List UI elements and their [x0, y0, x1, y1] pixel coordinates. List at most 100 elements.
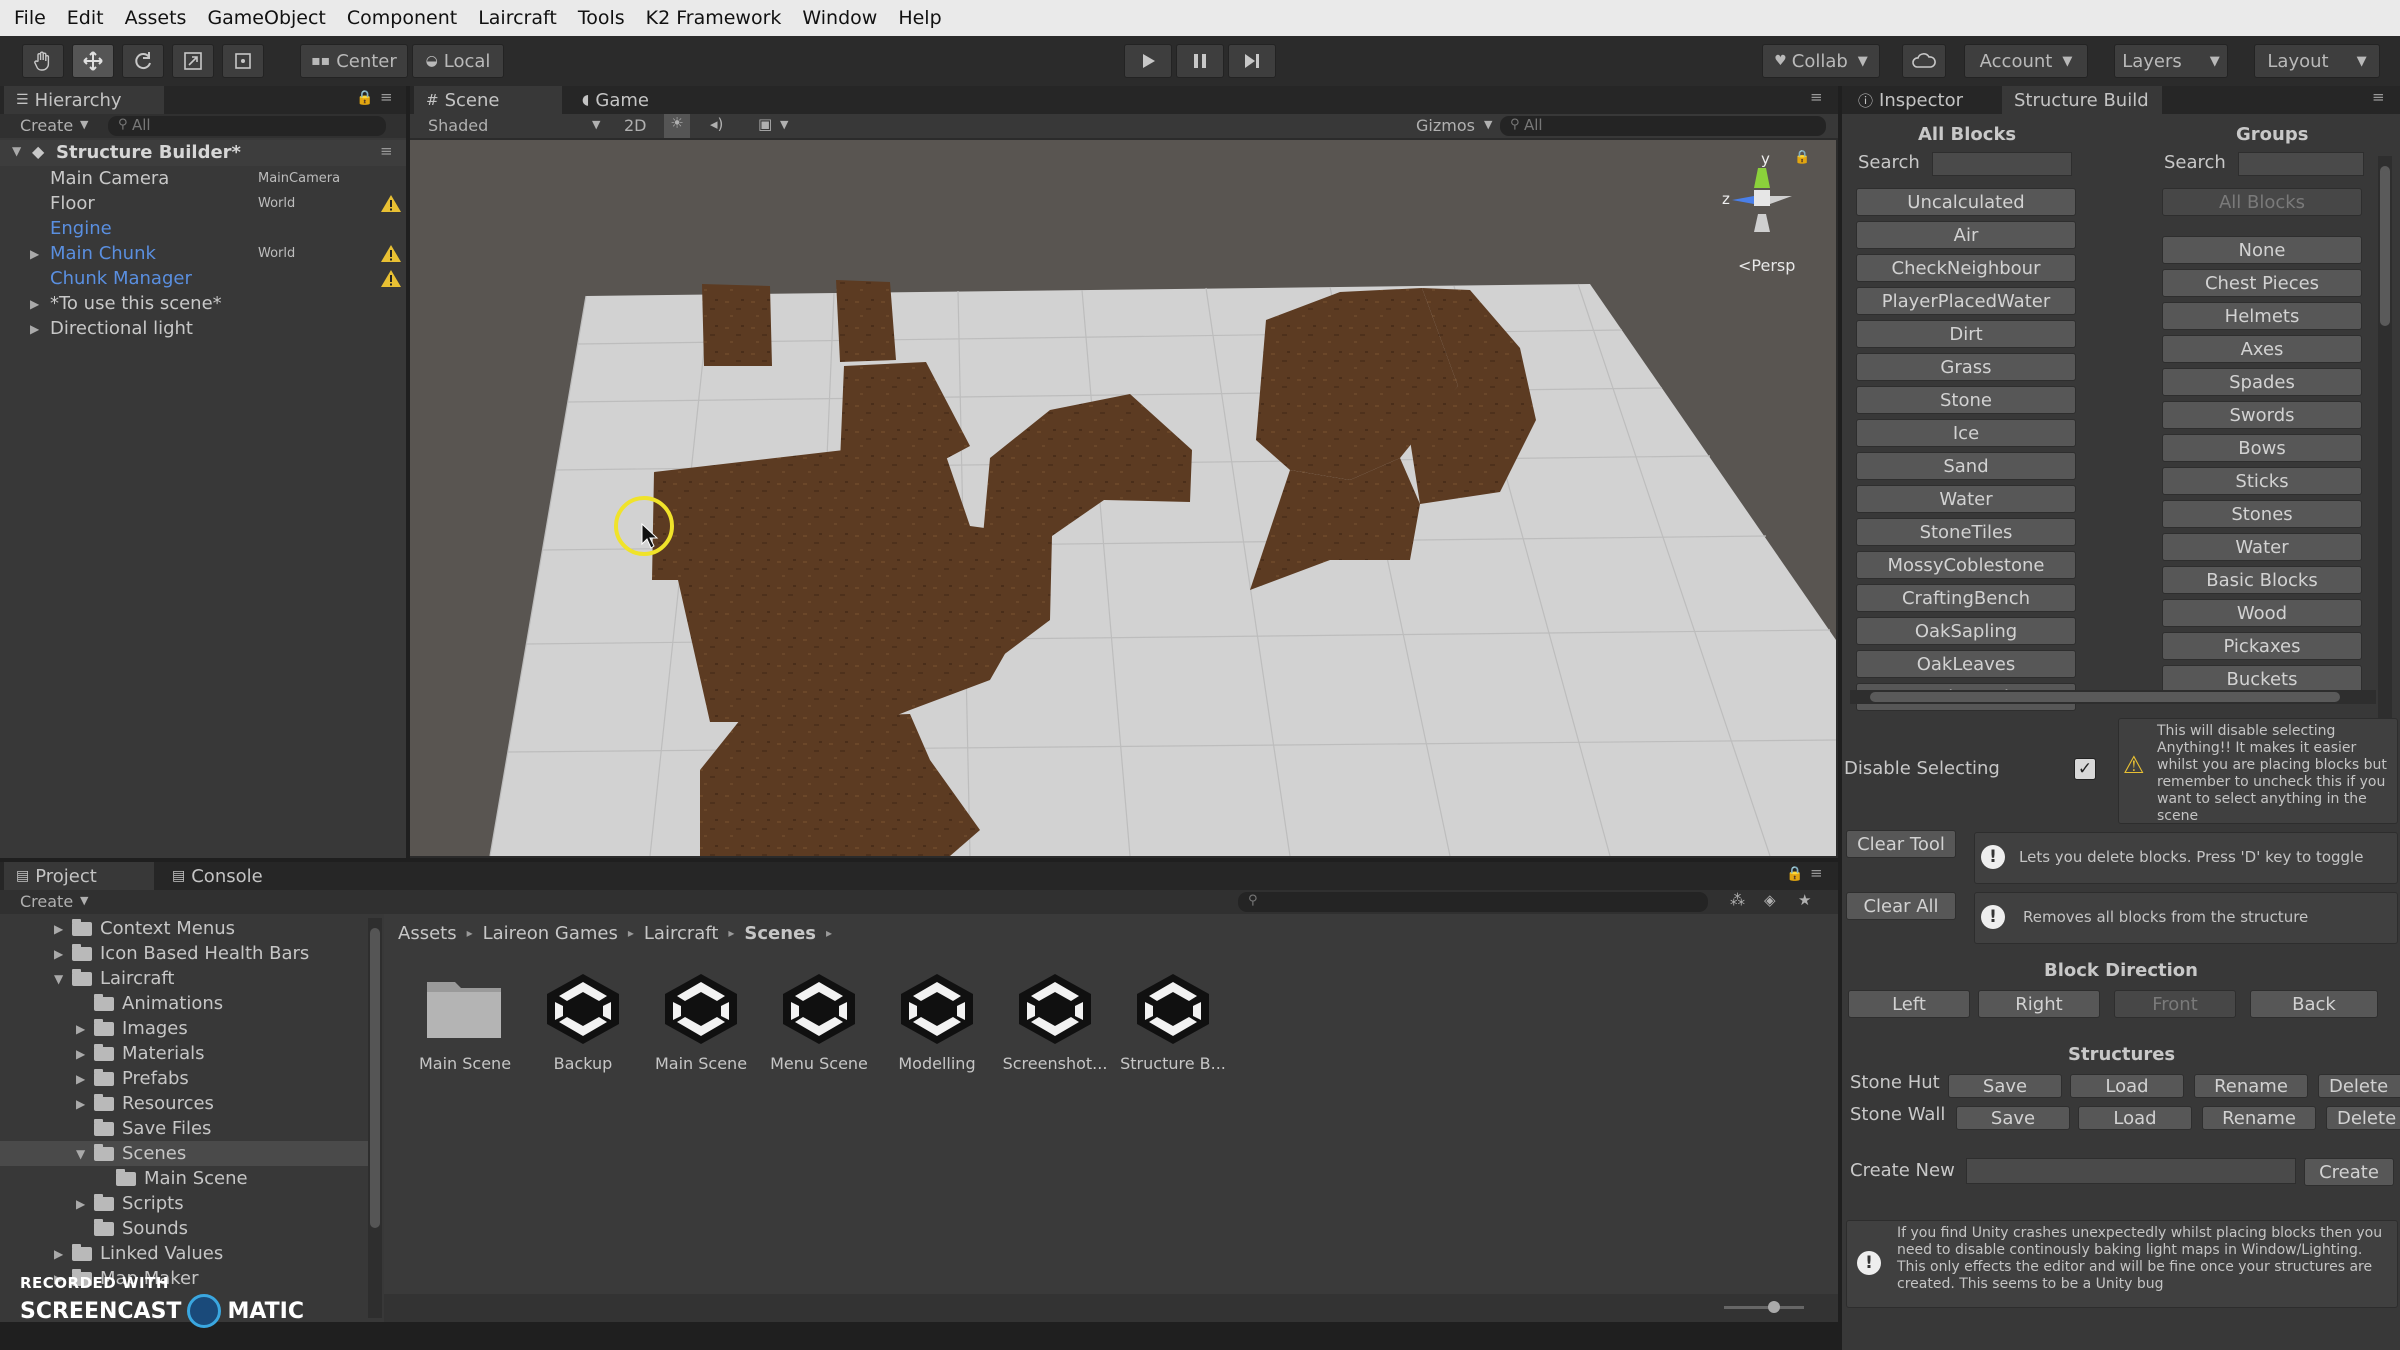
menu-item-help[interactable]: Help: [898, 7, 941, 29]
structure-save-button[interactable]: Save: [1948, 1074, 2062, 1098]
folder-tree-item[interactable]: Main Scene: [0, 1166, 372, 1191]
block-button[interactable]: OakSapling: [1856, 617, 2076, 645]
structure-load-button[interactable]: Load: [2078, 1106, 2192, 1130]
block-button[interactable]: Air: [1856, 221, 2076, 249]
asset-item[interactable]: Main Scene: [646, 968, 756, 1073]
layout-dropdown[interactable]: Layout ▼: [2254, 44, 2380, 78]
panel-menu-icon[interactable]: ≡: [2372, 88, 2385, 106]
groups-all-blocks-button[interactable]: All Blocks: [2162, 188, 2362, 216]
block-button[interactable]: Ice: [1856, 419, 2076, 447]
lighting-toggle-icon[interactable]: ☀: [664, 114, 690, 138]
expand-arrow-icon[interactable]: ▶: [76, 1072, 85, 1086]
direction-right-button[interactable]: Right: [1978, 990, 2100, 1018]
block-button[interactable]: OakLeaves: [1856, 650, 2076, 678]
menu-item-edit[interactable]: Edit: [67, 7, 104, 29]
folder-tree-item[interactable]: Save Files: [0, 1116, 372, 1141]
hierarchy-item[interactable]: Chunk Manager: [0, 266, 404, 291]
scene-viewport[interactable]: y z 🔒 <Persp: [410, 140, 1836, 856]
menu-item-gameobject[interactable]: GameObject: [207, 7, 325, 29]
group-button[interactable]: Basic Blocks: [2162, 566, 2362, 594]
structure-load-button[interactable]: Load: [2070, 1074, 2184, 1098]
rect-tool-button[interactable]: [222, 44, 264, 78]
folder-tree-item[interactable]: ▶ Prefabs: [0, 1066, 372, 1091]
group-button[interactable]: Swords: [2162, 401, 2362, 429]
folder-tree-item[interactable]: ▶ Linked Values: [0, 1241, 372, 1266]
scrollbar-thumb[interactable]: [2380, 166, 2390, 326]
shading-mode-dropdown[interactable]: Shaded: [428, 116, 488, 135]
expand-arrow-icon[interactable]: ▶: [76, 1047, 85, 1061]
scale-tool-button[interactable]: [172, 44, 214, 78]
create-new-input[interactable]: [1966, 1158, 2296, 1184]
hscrollbar-thumb[interactable]: [1870, 692, 2340, 702]
hierarchy-item[interactable]: Main Camera MainCamera: [0, 166, 404, 191]
block-button[interactable]: Water: [1856, 485, 2076, 513]
panel-menu-icon[interactable]: ≡: [380, 88, 393, 106]
expand-arrow-icon[interactable]: ▶: [76, 1022, 85, 1036]
expand-arrow-icon[interactable]: ▶: [54, 922, 63, 936]
block-button[interactable]: Stone: [1856, 386, 2076, 414]
filter-by-label-icon[interactable]: ◈: [1764, 891, 1776, 909]
group-button[interactable]: Helmets: [2162, 302, 2362, 330]
groups-scrollbar[interactable]: [2378, 156, 2392, 756]
block-button[interactable]: MossyCoblestone: [1856, 551, 2076, 579]
hierarchy-item[interactable]: ▶ *To use this scene*: [0, 291, 404, 316]
lock-icon[interactable]: 🔒: [356, 90, 373, 106]
menu-item-component[interactable]: Component: [347, 7, 457, 29]
blocks-search-input[interactable]: [1932, 152, 2072, 176]
group-button[interactable]: Axes: [2162, 335, 2362, 363]
menu-item-window[interactable]: Window: [802, 7, 877, 29]
gizmos-dropdown[interactable]: Gizmos: [1416, 116, 1475, 135]
hierarchy-item[interactable]: Engine: [0, 216, 404, 241]
zoom-slider[interactable]: [1724, 1301, 1804, 1313]
group-button[interactable]: Sticks: [2162, 467, 2362, 495]
lock-icon[interactable]: 🔒: [1786, 866, 1803, 882]
tab-scene[interactable]: # Scene: [414, 86, 562, 114]
expand-arrow-icon[interactable]: ▶: [30, 247, 39, 261]
menu-item-laircraft[interactable]: Laircraft: [478, 7, 557, 29]
create-dropdown[interactable]: Create: [20, 892, 73, 911]
direction-back-button[interactable]: Back: [2250, 990, 2378, 1018]
folder-tree-item[interactable]: ▶ Scripts: [0, 1191, 372, 1216]
asset-item[interactable]: Structure B...: [1118, 968, 1228, 1073]
group-button[interactable]: Water: [2162, 533, 2362, 561]
disable-selecting-checkbox[interactable]: ✓: [2074, 758, 2096, 780]
filter-by-type-icon[interactable]: ⁂: [1730, 891, 1745, 909]
structure-delete-button[interactable]: Delete: [2326, 1106, 2400, 1130]
2d-toggle[interactable]: 2D: [624, 116, 647, 135]
block-button[interactable]: Uncalculated: [1856, 188, 2076, 216]
block-button[interactable]: PlayerPlacedWater: [1856, 287, 2076, 315]
folder-tree-item[interactable]: ▼ Scenes: [0, 1141, 372, 1166]
rotate-tool-button[interactable]: [122, 44, 164, 78]
folder-tree-item[interactable]: ▶ Icon Based Health Bars: [0, 941, 372, 966]
folder-tree-item[interactable]: ▼ Laircraft: [0, 966, 372, 991]
direction-left-button[interactable]: Left: [1848, 990, 1970, 1018]
asset-item[interactable]: Modelling: [882, 968, 992, 1073]
expand-arrow-icon[interactable]: ▶: [76, 1097, 85, 1111]
asset-item[interactable]: Backup: [528, 968, 638, 1073]
create-button[interactable]: Create: [2304, 1158, 2394, 1186]
account-dropdown[interactable]: Account ▼: [1964, 44, 2088, 78]
tab-inspector[interactable]: ⓘ Inspector: [1846, 86, 1994, 114]
project-search-input[interactable]: ⚲: [1238, 892, 1708, 912]
hierarchy-search-input[interactable]: ⚲ All: [108, 116, 386, 136]
block-button[interactable]: Sand: [1856, 452, 2076, 480]
tab-structure-build[interactable]: Structure Build: [2002, 86, 2162, 114]
hierarchy-item[interactable]: ▶ Directional light: [0, 316, 404, 341]
tab-console[interactable]: ▤ Console: [160, 862, 310, 890]
folder-tree-item[interactable]: ▶ Resources: [0, 1091, 372, 1116]
scene-menu-icon[interactable]: ≡: [380, 142, 393, 160]
panel-menu-icon[interactable]: ≡: [1810, 864, 1823, 882]
hierarchy-item[interactable]: Floor World: [0, 191, 404, 216]
expand-arrow-icon[interactable]: ▼: [76, 1147, 85, 1161]
cloud-button[interactable]: [1902, 44, 1946, 78]
group-button[interactable]: Bows: [2162, 434, 2362, 462]
groups-search-input[interactable]: [2238, 152, 2364, 176]
perspective-label[interactable]: <Persp: [1738, 256, 1795, 275]
effects-toggle-icon[interactable]: ▣: [758, 115, 772, 133]
group-button[interactable]: Chest Pieces: [2162, 269, 2362, 297]
group-button[interactable]: Buckets: [2162, 665, 2362, 693]
tab-hierarchy[interactable]: ☰ Hierarchy: [4, 86, 164, 114]
folder-tree-item[interactable]: ▶ Materials: [0, 1041, 372, 1066]
group-button[interactable]: Pickaxes: [2162, 632, 2362, 660]
group-button[interactable]: None: [2162, 236, 2362, 264]
